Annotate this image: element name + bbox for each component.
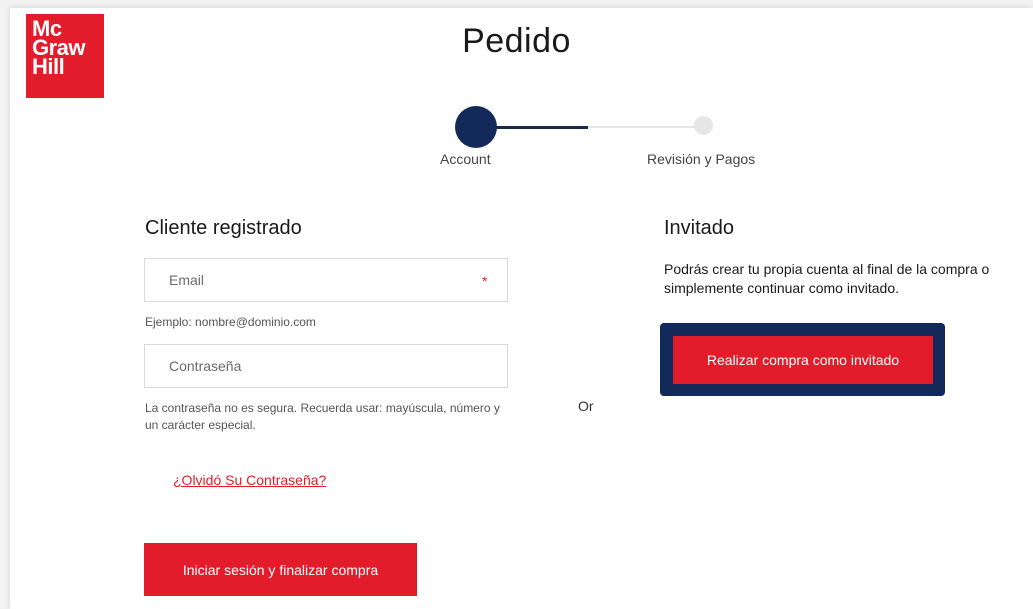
step-account-dot	[455, 106, 497, 148]
step-review-label: Revisión y Pagos	[647, 151, 756, 167]
required-asterisk: *	[482, 273, 488, 289]
guest-heading: Invitado	[664, 217, 735, 239]
password-field[interactable]	[144, 344, 508, 388]
step-review-dot	[694, 116, 713, 135]
or-separator: Or	[578, 398, 594, 414]
guest-description: Podrás crear tu propia cuenta al final d…	[664, 261, 990, 296]
stepper-remaining-line	[588, 126, 703, 128]
registered-customer-heading: Cliente registrado	[145, 217, 302, 239]
email-field[interactable]	[144, 258, 508, 302]
password-hint: La contraseña no es segura. Recuerda usa…	[145, 401, 500, 432]
sign-in-checkout-button[interactable]: Iniciar sesión y finalizar compra	[144, 543, 417, 596]
step-account-label: Account	[440, 151, 491, 167]
email-hint: Ejemplo: nombre@dominio.com	[145, 315, 316, 329]
page-title: Pedido	[462, 22, 571, 60]
forgot-password-link[interactable]: ¿Olvidó Su Contraseña?	[173, 472, 326, 488]
checkout-panel	[10, 8, 1033, 609]
guest-checkout-button[interactable]: Realizar compra como invitado	[673, 336, 933, 384]
